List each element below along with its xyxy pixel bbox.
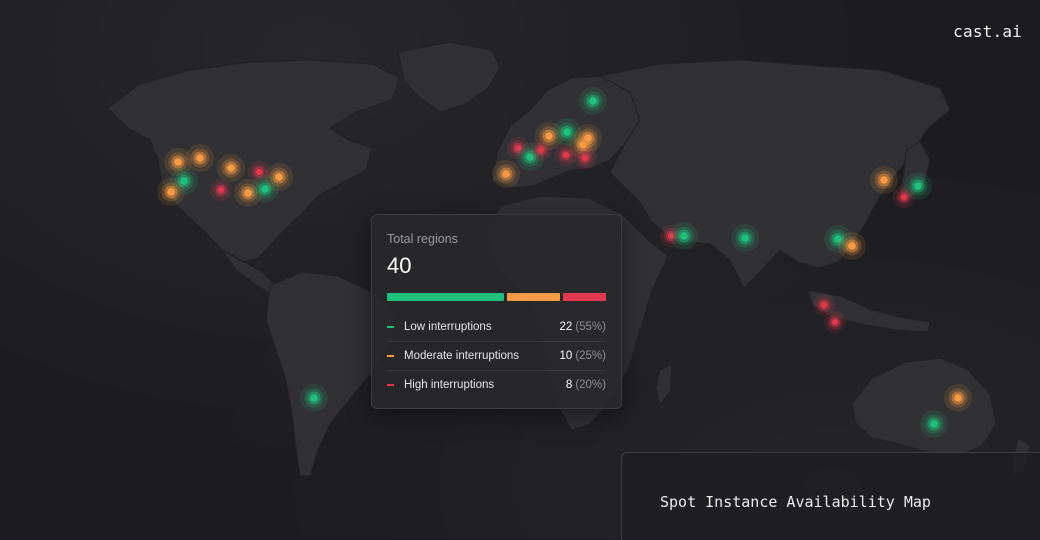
region-dot-low — [563, 128, 571, 136]
moderate-interruptions-dash-icon — [387, 355, 394, 357]
cast-ai-logo[interactable]: cast.ai — [953, 22, 1022, 41]
legend-row-low: Low interruptions 22 (55%) — [387, 313, 606, 342]
region-marker-us-west-2[interactable] — [186, 144, 214, 172]
landmass-north-america — [107, 59, 401, 263]
region-marker-us-east-3[interactable] — [265, 163, 293, 191]
region-marker-ap-southeast-3[interactable] — [823, 310, 847, 334]
region-marker-sa-east-1[interactable] — [300, 384, 328, 412]
region-dot-moderate — [227, 164, 235, 172]
region-dot-high — [831, 318, 839, 326]
region-marker-ap-east-1[interactable] — [838, 232, 866, 260]
region-dot-high — [581, 154, 589, 162]
region-dot-high — [820, 301, 828, 309]
region-dot-moderate — [584, 134, 592, 142]
region-dot-moderate — [502, 170, 510, 178]
region-dot-moderate — [167, 188, 175, 196]
region-marker-ap-northeast-1[interactable] — [870, 166, 898, 194]
region-dot-moderate — [880, 176, 888, 184]
bar-segment-moderate — [507, 293, 560, 301]
low-interruptions-dash-icon — [387, 326, 394, 328]
region-marker-us-central-1[interactable] — [217, 154, 245, 182]
legend-label: Moderate interruptions — [404, 350, 520, 362]
region-dot-moderate — [545, 132, 553, 140]
legend-percent: (25%) — [575, 350, 606, 362]
legend-row-moderate: Moderate interruptions 10 (25%) — [387, 342, 606, 371]
landmass-madagascar — [655, 362, 673, 406]
region-dot-low — [741, 234, 749, 242]
region-marker-eu-south-3[interactable] — [574, 124, 602, 152]
region-dot-moderate — [196, 154, 204, 162]
region-dot-high — [217, 186, 225, 194]
region-marker-ap-northeast-3[interactable] — [904, 172, 932, 200]
bar-segment-high — [563, 293, 606, 301]
landmass-greenland — [397, 41, 501, 113]
region-dot-moderate — [244, 189, 252, 197]
region-marker-ap-south-1[interactable] — [731, 224, 759, 252]
region-marker-eu-north-1[interactable] — [579, 87, 607, 115]
legend-row-high: High interruptions 8 (20%) — [387, 371, 606, 399]
legend-percent: (20%) — [575, 379, 606, 391]
legend-label: High interruptions — [404, 379, 495, 391]
region-marker-au-southeast-1[interactable] — [920, 410, 948, 438]
interruption-distribution-bar — [387, 293, 606, 301]
total-regions-label: Total regions — [387, 232, 458, 246]
region-dot-low — [680, 232, 688, 240]
region-dot-high — [255, 168, 263, 176]
region-marker-me-central-1[interactable] — [670, 222, 698, 250]
bar-segment-low — [387, 293, 504, 301]
region-dot-low — [930, 420, 938, 428]
legend-label: Low interruptions — [404, 321, 492, 333]
region-dot-low — [261, 185, 269, 193]
legend-percent: (55%) — [575, 321, 606, 333]
region-dot-high — [900, 193, 908, 201]
region-dot-moderate — [954, 394, 962, 402]
total-regions-value: 40 — [387, 253, 412, 278]
region-marker-us-west-4[interactable] — [157, 178, 185, 206]
caption-panel: Spot Instance Availability Map — [621, 452, 1040, 540]
high-interruptions-dash-icon — [387, 384, 394, 386]
region-dot-high — [562, 151, 570, 159]
region-marker-eu-west-1[interactable] — [492, 160, 520, 188]
region-dot-low — [914, 182, 922, 190]
legend-count: 8 — [565, 379, 573, 391]
legend-count: 10 — [559, 350, 573, 362]
map-title: Spot Instance Availability Map — [660, 493, 931, 511]
region-dot-low — [310, 394, 318, 402]
region-marker-au-east-1[interactable] — [944, 384, 972, 412]
region-dot-moderate — [174, 158, 182, 166]
region-marker-us-central-2[interactable] — [209, 178, 233, 202]
legend-count: 22 — [559, 321, 573, 333]
landmass-australia — [851, 357, 997, 457]
region-dot-low — [589, 97, 597, 105]
region-dot-moderate — [275, 173, 283, 181]
region-dot-moderate — [848, 242, 856, 250]
total-regions-card: Total regions 40 Low interruptions 22 (5… — [371, 214, 622, 409]
